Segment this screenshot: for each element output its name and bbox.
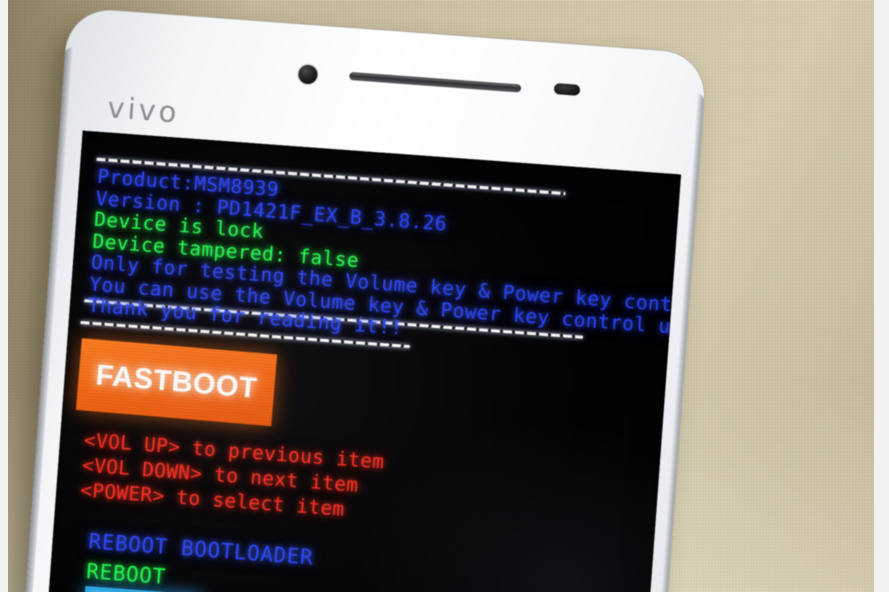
fastboot-banner-label: FASTBOOT — [94, 358, 259, 405]
key-hints-block: <VOL UP> to previous item <VOL DOWN> to … — [79, 428, 386, 525]
fastboot-mode-banner: FASTBOOT — [75, 338, 278, 427]
vivo-brand-logo: vivo — [106, 90, 181, 130]
device-screen: Product:MSM8939 Version : PD1421F_EX_B_3… — [37, 130, 682, 592]
screen-glare — [339, 401, 682, 592]
photograph: vivo Product:MSM8939 Version : PD1421F_E… — [8, 0, 874, 592]
proximity-sensor-icon — [553, 83, 581, 96]
front-camera-icon — [297, 64, 319, 85]
fastboot-info-block: Product:MSM8939 Version : PD1421F_EX_B_3… — [87, 165, 681, 362]
smartphone-device: vivo Product:MSM8939 Version : PD1421F_E… — [13, 7, 707, 592]
photo-frame: vivo Product:MSM8939 Version : PD1421F_E… — [0, 0, 889, 592]
earpiece-speaker-icon — [349, 72, 522, 93]
fastboot-menu: REBOOT BOOTLOADER REBOOT RECOVERY — [83, 526, 314, 592]
